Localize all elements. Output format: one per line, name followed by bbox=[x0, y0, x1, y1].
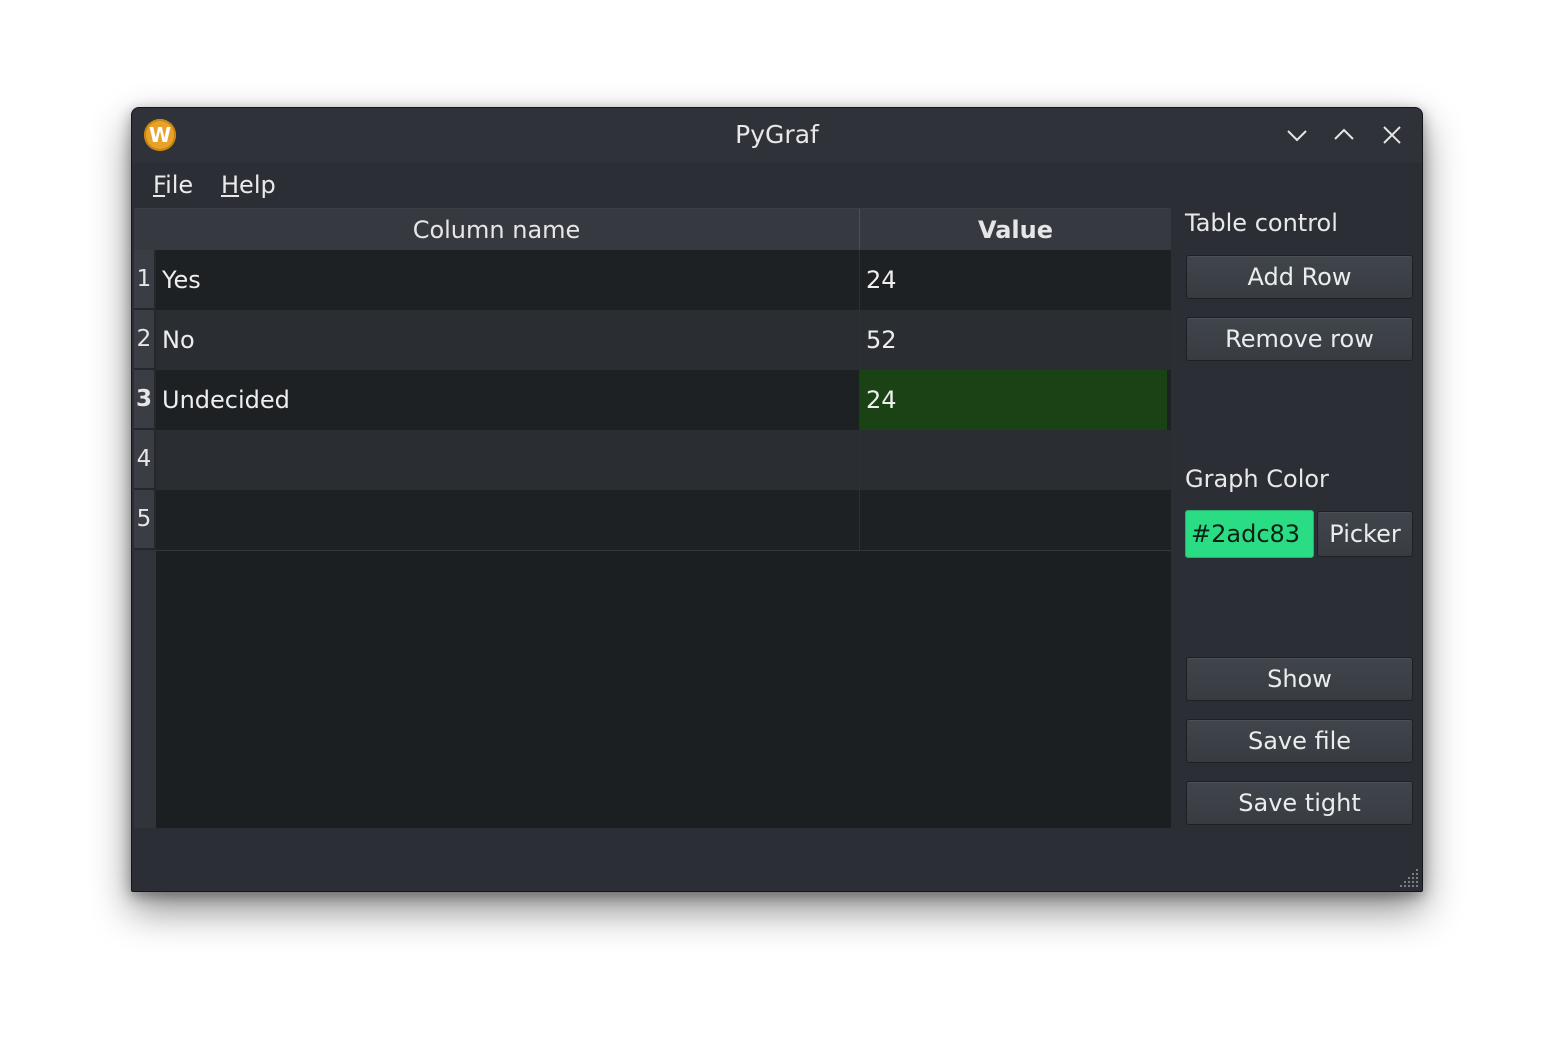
cell-value[interactable]: 24 bbox=[860, 250, 1171, 310]
cell-name[interactable]: Yes bbox=[156, 250, 860, 310]
menu-help-label: elp bbox=[239, 171, 276, 199]
table-header: Column name Value bbox=[134, 209, 1171, 251]
row-number[interactable]: 1 bbox=[134, 250, 156, 310]
table-row: Yes 24 bbox=[156, 250, 1171, 310]
row-number[interactable]: 4 bbox=[134, 430, 156, 490]
table-row bbox=[156, 430, 1171, 490]
app-window: W PyGraf File Help Column name Value 1 2… bbox=[131, 107, 1423, 892]
menu-help-mnemonic: H bbox=[221, 171, 240, 199]
cell-value-selected[interactable]: 24 bbox=[860, 370, 1167, 430]
close-icon bbox=[1383, 126, 1401, 144]
chevron-down-icon bbox=[1287, 130, 1307, 142]
cell-name[interactable]: Undecided bbox=[156, 370, 860, 430]
minimize-button[interactable] bbox=[1282, 120, 1312, 150]
menu-help[interactable]: Help bbox=[221, 171, 276, 199]
menu-file[interactable]: File bbox=[153, 171, 193, 199]
table-control-label: Table control bbox=[1185, 209, 1338, 237]
cell-name[interactable] bbox=[156, 490, 860, 550]
table-row: No 52 bbox=[156, 310, 1171, 370]
graph-color-input[interactable]: #2adc83 bbox=[1185, 510, 1314, 558]
cell-value[interactable] bbox=[860, 490, 1171, 550]
resize-grip-icon[interactable] bbox=[1398, 867, 1420, 889]
row-number[interactable]: 3 bbox=[134, 370, 156, 430]
chevron-up-icon bbox=[1334, 128, 1354, 140]
data-table[interactable]: Column name Value 1 2 3 4 5 Yes 24 No 52… bbox=[134, 208, 1171, 828]
menu-file-label: ile bbox=[165, 171, 194, 199]
add-row-button[interactable]: Add Row bbox=[1186, 255, 1413, 299]
cell-value[interactable]: 52 bbox=[860, 310, 1171, 370]
row-number[interactable]: 2 bbox=[134, 310, 156, 370]
show-button[interactable]: Show bbox=[1186, 657, 1413, 701]
menu-file-mnemonic: F bbox=[153, 171, 166, 199]
table-row bbox=[156, 490, 1171, 551]
picker-button[interactable]: Picker bbox=[1317, 511, 1413, 557]
header-column-name[interactable]: Column name bbox=[134, 209, 860, 250]
cell-name[interactable] bbox=[156, 430, 860, 490]
save-file-button[interactable]: Save file bbox=[1186, 719, 1413, 763]
title-bar[interactable]: W PyGraf bbox=[132, 108, 1422, 163]
row-number[interactable]: 5 bbox=[134, 490, 156, 550]
graph-color-label: Graph Color bbox=[1185, 465, 1329, 493]
cell-name[interactable]: No bbox=[156, 310, 860, 370]
maximize-button[interactable] bbox=[1329, 120, 1359, 150]
table-row: Undecided 24 bbox=[156, 370, 1171, 430]
cell-value[interactable] bbox=[860, 430, 1171, 490]
header-value[interactable]: Value bbox=[860, 209, 1171, 250]
window-title: PyGraf bbox=[735, 120, 819, 149]
close-button[interactable] bbox=[1377, 120, 1407, 150]
save-tight-button[interactable]: Save tight bbox=[1186, 781, 1413, 825]
row-header: 1 2 3 4 5 bbox=[134, 250, 156, 828]
menu-bar: File Help bbox=[132, 163, 1422, 207]
remove-row-button[interactable]: Remove row bbox=[1186, 317, 1413, 361]
